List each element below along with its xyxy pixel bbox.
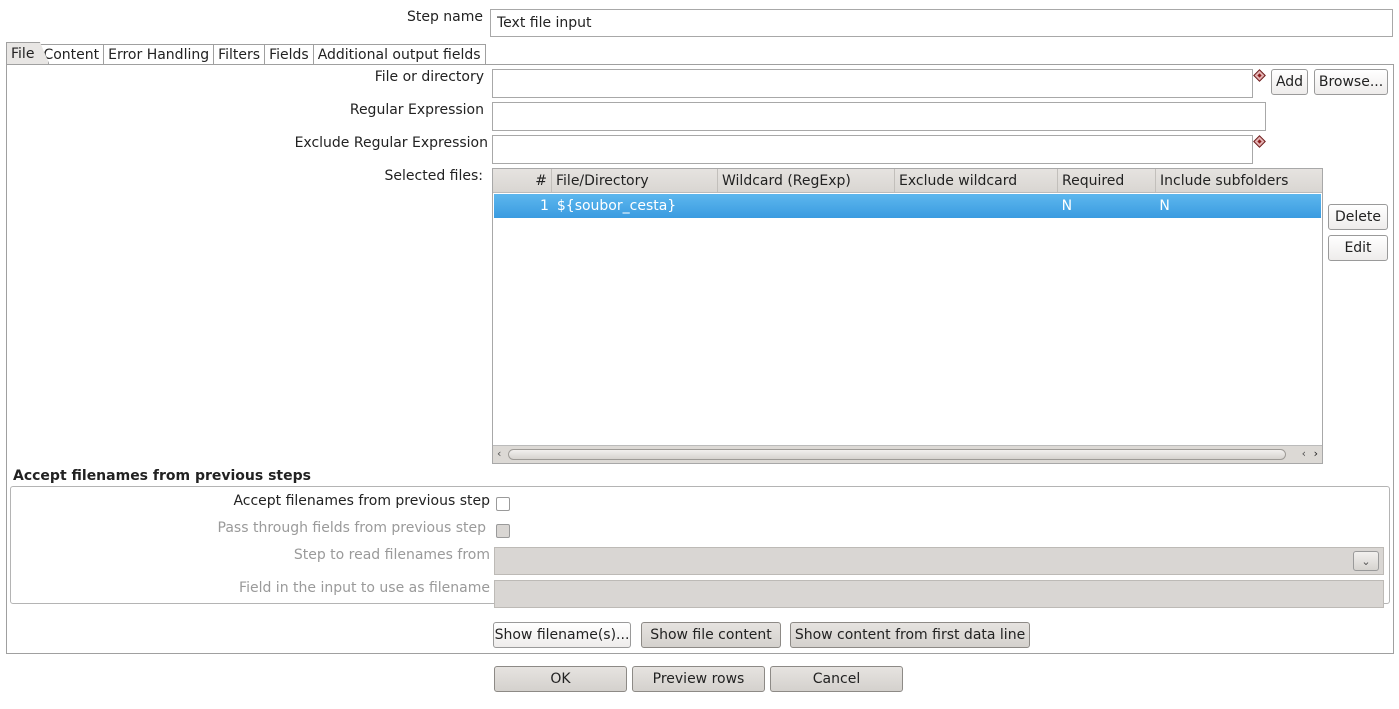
previous-steps-section-title: Accept filenames from previous steps (13, 468, 311, 484)
row-wildcard[interactable] (718, 194, 895, 218)
field-in-input-field[interactable] (494, 580, 1384, 608)
edit-button[interactable]: Edit (1328, 235, 1388, 261)
exclude-regex-label: Exclude Regular Expression (294, 135, 488, 151)
row-include-subfolders[interactable]: N (1155, 194, 1321, 218)
tab-error-handling[interactable]: Error Handling (104, 44, 215, 64)
tab-content[interactable]: Content (39, 44, 105, 64)
row-file-directory[interactable]: ${soubor_cesta} (553, 194, 719, 218)
column-header-include-subfolders[interactable]: Include subfolders (1156, 169, 1322, 192)
column-header-required[interactable]: Required (1058, 169, 1156, 192)
step-to-read-label: Step to read filenames from (293, 547, 490, 563)
scrollbar-thumb[interactable] (508, 449, 1286, 460)
tab-bar: File Content Error Handling Filters Fiel… (6, 42, 486, 64)
chevron-down-icon[interactable]: ⌄ (1353, 551, 1379, 571)
file-or-directory-label: File or directory (374, 69, 484, 85)
scroll-right-icon[interactable]: › (1314, 447, 1318, 460)
show-filenames-button[interactable]: Show filename(s)... (493, 622, 631, 648)
row-exclude-wildcard[interactable] (895, 194, 1058, 218)
regex-label: Regular Expression (349, 102, 484, 118)
pass-through-label: Pass through fields from previous step (217, 520, 486, 536)
cancel-button[interactable]: Cancel (770, 666, 903, 692)
column-header-wildcard[interactable]: Wildcard (RegExp) (718, 169, 895, 192)
regex-input[interactable] (492, 102, 1266, 131)
preview-rows-button[interactable]: Preview rows (632, 666, 765, 692)
row-number: 1 (539, 198, 549, 214)
accept-filenames-label: Accept filenames from previous step (233, 493, 490, 509)
column-header-number[interactable]: # (493, 169, 552, 192)
exclude-regex-input[interactable] (492, 135, 1253, 164)
ok-button[interactable]: OK (494, 666, 627, 692)
field-in-input-label: Field in the input to use as filename (239, 580, 490, 596)
horizontal-scrollbar[interactable]: ‹ ‹ › (493, 445, 1322, 463)
row-required[interactable]: N (1058, 194, 1156, 218)
tab-fields[interactable]: Fields (265, 44, 314, 64)
tab-filters[interactable]: Filters (214, 44, 266, 64)
add-button[interactable]: Add (1271, 69, 1308, 95)
selected-files-table: # File/Directory Wildcard (RegExp) Exclu… (492, 168, 1323, 464)
delete-button[interactable]: Delete (1328, 204, 1388, 230)
show-content-first-line-button[interactable]: Show content from first data line (790, 622, 1030, 648)
table-header: # File/Directory Wildcard (RegExp) Exclu… (493, 169, 1322, 193)
selected-files-label: Selected files: (384, 168, 483, 184)
scroll-left-icon[interactable]: ‹ (497, 447, 501, 460)
file-or-directory-input[interactable] (492, 69, 1253, 98)
step-name-input[interactable] (490, 9, 1393, 37)
browse-button[interactable]: Browse... (1314, 69, 1388, 95)
accept-filenames-checkbox[interactable] (496, 497, 510, 511)
scroll-left-icon[interactable]: ‹ (1302, 447, 1306, 460)
tab-additional-output-fields[interactable]: Additional output fields (313, 44, 486, 64)
table-row[interactable]: 1 ${soubor_cesta} N N (494, 194, 1321, 218)
column-header-exclude-wildcard[interactable]: Exclude wildcard (895, 169, 1058, 192)
pass-through-checkbox[interactable] (496, 524, 510, 538)
step-to-read-select[interactable]: ⌄ (494, 547, 1384, 575)
step-name-label: Step name (406, 9, 483, 25)
show-file-content-button[interactable]: Show file content (641, 622, 781, 648)
column-header-file-directory[interactable]: File/Directory (552, 169, 718, 192)
